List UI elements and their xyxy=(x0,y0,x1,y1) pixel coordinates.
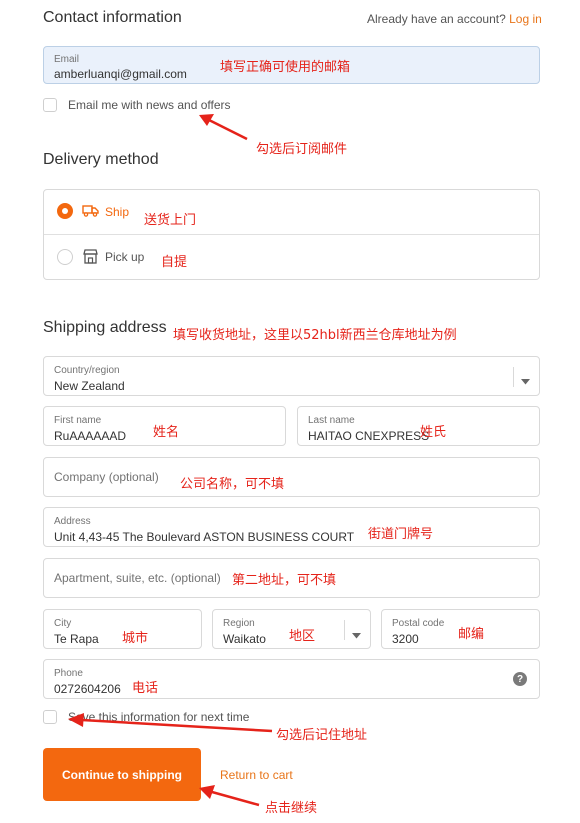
arrow-icon xyxy=(199,785,260,807)
arrow-icon xyxy=(68,713,273,733)
arrow-icon xyxy=(199,114,248,141)
annotation-arrows xyxy=(68,114,273,807)
